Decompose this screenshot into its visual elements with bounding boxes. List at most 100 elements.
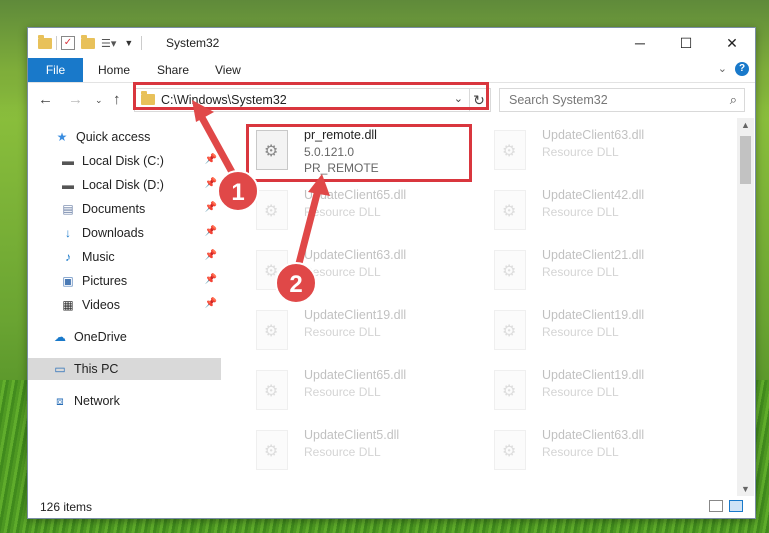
properties-icon[interactable]: ✓ bbox=[61, 36, 75, 50]
file-name: UpdateClient19.dll bbox=[304, 308, 407, 322]
pin-icon[interactable]: 📌 bbox=[205, 274, 217, 285]
nav-local-disk-c[interactable]: ▬ Local Disk (C:) 📌 bbox=[28, 150, 221, 172]
pictures-icon: ▣ bbox=[62, 274, 74, 288]
dll-file-icon bbox=[256, 310, 288, 350]
nav-videos[interactable]: ▦ Videos 📌 bbox=[28, 294, 221, 316]
file-description: Resource DLL bbox=[304, 205, 381, 219]
pin-icon[interactable]: 📌 bbox=[205, 298, 217, 309]
dll-file-icon bbox=[494, 430, 526, 470]
file-description: Resource DLL bbox=[542, 385, 619, 399]
pin-icon[interactable]: 📌 bbox=[205, 178, 217, 189]
file-item[interactable]: UpdateClient65.dll Resource DLL bbox=[250, 364, 480, 419]
file-item[interactable]: UpdateClient63.dll Resource DLL bbox=[488, 124, 718, 179]
status-bar: 126 items bbox=[28, 496, 755, 518]
nav-local-disk-d[interactable]: ▬ Local Disk (D:) 📌 bbox=[28, 174, 221, 196]
file-name: UpdateClient65.dll bbox=[304, 188, 407, 202]
nav-quick-access[interactable]: ★ Quick access bbox=[28, 126, 221, 148]
music-icon: ♪ bbox=[65, 250, 71, 264]
nav-documents[interactable]: ▤ Documents 📌 bbox=[28, 198, 221, 220]
tab-file[interactable]: File bbox=[28, 58, 83, 82]
scroll-up-icon[interactable]: ▲ bbox=[741, 120, 750, 130]
maximize-button[interactable]: ☐ bbox=[663, 28, 709, 58]
vertical-scrollbar[interactable]: ▲ ▼ bbox=[737, 118, 754, 496]
nav-music[interactable]: ♪ Music 📌 bbox=[28, 246, 221, 268]
dll-file-icon bbox=[256, 190, 288, 230]
scroll-down-icon[interactable]: ▼ bbox=[741, 484, 750, 494]
drive-icon: ▬ bbox=[62, 154, 74, 168]
recent-locations-icon[interactable]: ⌄ bbox=[95, 95, 103, 106]
nav-label: Quick access bbox=[76, 130, 151, 144]
file-name: UpdateClient19.dll bbox=[542, 368, 645, 382]
file-item[interactable]: UpdateClient65.dll Resource DLL bbox=[250, 184, 480, 239]
forward-icon[interactable]: → bbox=[68, 91, 83, 108]
toolbar-dropdown-icon[interactable]: ▼ bbox=[124, 38, 133, 48]
tab-home[interactable]: Home bbox=[98, 63, 130, 77]
file-name: UpdateClient19.dll bbox=[542, 308, 645, 322]
file-item[interactable]: UpdateClient19.dll Resource DLL bbox=[250, 304, 480, 359]
nav-onedrive[interactable]: ☁ OneDrive bbox=[28, 326, 221, 348]
nav-this-pc[interactable]: ▭ This PC bbox=[28, 358, 221, 380]
quick-access-toolbar: ✓ ☰▾ ▼ bbox=[38, 34, 146, 51]
file-description: Resource DLL bbox=[304, 445, 381, 459]
file-item[interactable]: UpdateClient21.dll Resource DLL bbox=[488, 244, 718, 299]
file-item[interactable]: UpdateClient63.dll Resource DLL bbox=[250, 244, 480, 299]
expand-ribbon-icon[interactable]: ⌄ bbox=[718, 62, 727, 75]
file-item[interactable]: UpdateClient42.dll Resource DLL bbox=[488, 184, 718, 239]
back-icon[interactable]: ← bbox=[38, 91, 53, 108]
nav-label: OneDrive bbox=[74, 330, 127, 344]
nav-label: Downloads bbox=[82, 226, 144, 240]
customize-toolbar-icon[interactable]: ☰▾ bbox=[101, 37, 116, 50]
scroll-thumb[interactable] bbox=[740, 136, 751, 184]
download-icon: ↓ bbox=[65, 226, 71, 240]
navigation-pane: ★ Quick access ▬ Local Disk (C:) 📌 ▬ Loc… bbox=[28, 118, 221, 496]
file-item[interactable]: UpdateClient5.dll Resource DLL bbox=[250, 424, 480, 479]
new-folder-icon[interactable] bbox=[81, 34, 95, 49]
pin-icon[interactable]: 📌 bbox=[205, 226, 217, 237]
file-description: Resource DLL bbox=[304, 325, 381, 339]
details-view-icon[interactable] bbox=[709, 500, 723, 512]
title-bar: ✓ ☰▾ ▼ System32 ─ ☐ ✕ bbox=[28, 28, 755, 58]
nav-label: This PC bbox=[74, 362, 119, 376]
dll-file-icon bbox=[494, 250, 526, 290]
file-item[interactable]: UpdateClient63.dll Resource DLL bbox=[488, 424, 718, 479]
close-button[interactable]: ✕ bbox=[709, 28, 755, 58]
search-input[interactable]: Search System32 ⌕ bbox=[499, 88, 745, 112]
dll-file-icon bbox=[256, 430, 288, 470]
file-description: Resource DLL bbox=[304, 385, 381, 399]
window-title: System32 bbox=[166, 36, 220, 50]
file-description: Resource DLL bbox=[542, 445, 619, 459]
nav-pictures[interactable]: ▣ Pictures 📌 bbox=[28, 270, 221, 292]
file-name: UpdateClient5.dll bbox=[304, 428, 400, 442]
pin-icon[interactable]: 📌 bbox=[205, 250, 217, 261]
large-icons-view-icon[interactable] bbox=[729, 500, 743, 512]
nav-label: Local Disk (D:) bbox=[82, 178, 164, 192]
document-icon: ▤ bbox=[62, 202, 74, 216]
ribbon: File Home Share View ⌄ ? bbox=[28, 58, 755, 83]
video-icon: ▦ bbox=[62, 298, 74, 312]
network-icon: ⧈ bbox=[56, 393, 64, 408]
nav-network[interactable]: ⧈ Network bbox=[28, 390, 221, 412]
pin-icon[interactable]: 📌 bbox=[205, 202, 217, 213]
up-icon[interactable]: ↑ bbox=[113, 91, 121, 108]
help-icon[interactable]: ? bbox=[735, 62, 749, 76]
tab-view[interactable]: View bbox=[215, 63, 241, 77]
file-explorer-window: ✓ ☰▾ ▼ System32 ─ ☐ ✕ File Home Share Vi… bbox=[27, 27, 756, 519]
cloud-icon: ☁ bbox=[54, 330, 66, 344]
pin-icon[interactable]: 📌 bbox=[205, 154, 217, 165]
file-name: UpdateClient21.dll bbox=[542, 248, 645, 262]
dll-file-icon bbox=[494, 370, 526, 410]
nav-downloads[interactable]: ↓ Downloads 📌 bbox=[28, 222, 221, 244]
dll-file-icon bbox=[494, 130, 526, 170]
nav-label: Pictures bbox=[82, 274, 128, 288]
dll-file-icon bbox=[256, 370, 288, 410]
address-highlight-box bbox=[133, 82, 489, 110]
tab-share[interactable]: Share bbox=[157, 63, 189, 77]
dll-file-icon bbox=[256, 250, 288, 290]
file-item[interactable]: UpdateClient19.dll Resource DLL bbox=[488, 364, 718, 419]
minimize-button[interactable]: ─ bbox=[617, 28, 663, 58]
dll-file-icon bbox=[494, 190, 526, 230]
file-name: UpdateClient65.dll bbox=[304, 368, 407, 382]
file-description: Resource DLL bbox=[542, 325, 619, 339]
file-item[interactable]: UpdateClient19.dll Resource DLL bbox=[488, 304, 718, 359]
computer-icon: ▭ bbox=[54, 362, 66, 376]
